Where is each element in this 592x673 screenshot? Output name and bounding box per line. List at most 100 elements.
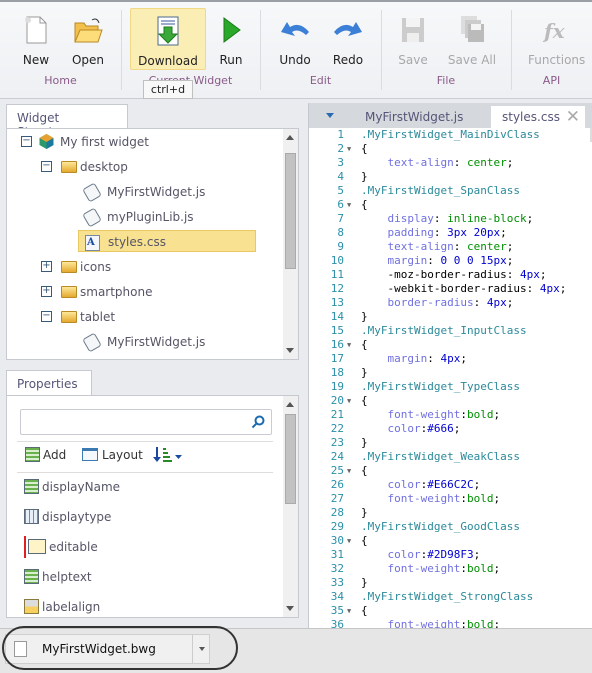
code-line[interactable]: 33} <box>309 576 592 590</box>
code-line[interactable]: 23} <box>309 436 592 450</box>
code-line[interactable]: 34 .MyFirstWidget_StrongClass <box>309 590 592 604</box>
fold-arrow-icon[interactable]: ▼ <box>344 142 361 156</box>
open-button[interactable]: Open <box>66 8 110 70</box>
line-number: 3 <box>337 156 344 169</box>
code-line[interactable]: 19 .MyFirstWidget_TypeClass <box>309 380 592 394</box>
property-item[interactable]: labelalign <box>24 596 100 618</box>
code-line[interactable]: 11 -moz-border-radius: 4px; <box>309 268 592 282</box>
code-line[interactable]: 3 text-align: center; <box>309 156 592 170</box>
fold-arrow-icon[interactable]: ▼ <box>344 464 361 478</box>
search-icon[interactable] <box>251 415 265 429</box>
code-line[interactable]: 17 margin: 4px; <box>309 352 592 366</box>
code-line[interactable]: 4} <box>309 170 592 184</box>
code-line[interactable]: 20 ▼{ <box>309 394 592 408</box>
scroll-down-icon[interactable] <box>286 606 294 611</box>
code-line[interactable]: 18} <box>309 366 592 380</box>
code-token: : <box>433 212 448 225</box>
property-item[interactable]: displayName <box>24 476 120 498</box>
property-item[interactable]: displaytype <box>24 506 111 528</box>
run-button[interactable]: Run <box>212 8 250 70</box>
line-number: 13 <box>330 296 344 309</box>
code-token: bold <box>466 492 494 505</box>
new-button[interactable]: New <box>14 8 58 70</box>
code-lines[interactable]: 1 .MyFirstWidget_MainDivClass 2 ▼{3 text-al… <box>309 128 592 632</box>
scrollbar-thumb[interactable] <box>285 414 296 504</box>
code-editor[interactable]: MyFirstWidget.js styles.css ✕ 1 .MyFirstW… <box>308 103 592 631</box>
code-line[interactable]: 5 .MyFirstWidget_SpanClass <box>309 184 592 198</box>
download-button[interactable]: Download <box>130 8 206 70</box>
group-divider <box>511 10 512 90</box>
code-line[interactable]: 13 border-radius: 4px; <box>309 296 592 310</box>
tree-item-label: icons <box>80 260 112 274</box>
widget-cube-icon <box>39 134 54 149</box>
undo-button[interactable]: Undo <box>274 8 316 70</box>
code-token: } <box>361 576 368 589</box>
scrollbar-thumb[interactable] <box>285 153 296 269</box>
code-line[interactable]: 14} <box>309 310 592 324</box>
add-button[interactable]: Add <box>25 444 66 466</box>
script-file-icon <box>82 332 102 353</box>
code-line[interactable]: 2 ▼{ <box>309 142 592 156</box>
tree-item-label: smartphone <box>80 285 153 299</box>
collapse-icon[interactable]: − <box>41 161 52 172</box>
code-token: ; <box>539 268 547 281</box>
collapse-icon[interactable]: − <box>41 311 52 322</box>
line-number: 12 <box>330 282 344 295</box>
properties-search-input[interactable] <box>20 409 272 435</box>
layout-button[interactable]: Layout <box>82 444 143 466</box>
sort-dropdown-button[interactable] <box>153 446 183 464</box>
code-line[interactable]: 22 color:#666; <box>309 422 592 436</box>
code-token: display <box>387 212 434 225</box>
tab-properties[interactable]: Properties <box>6 370 92 396</box>
code-line[interactable]: 24 .MyFirstWidget_WeakClass <box>309 450 592 464</box>
property-item[interactable]: editable <box>24 536 98 558</box>
code-line[interactable]: 25 ▼{ <box>309 464 592 478</box>
code-line[interactable]: 6 ▼{ <box>309 198 592 212</box>
fold-arrow-icon[interactable]: ▼ <box>344 534 361 548</box>
expand-icon[interactable]: + <box>41 261 52 272</box>
save-all-button[interactable]: Save All <box>446 8 498 70</box>
code-line[interactable]: 30 ▼{ <box>309 534 592 548</box>
redo-button[interactable]: Redo <box>327 8 369 70</box>
editor-tab-myfirstwidget-js[interactable]: MyFirstWidget.js <box>365 106 463 128</box>
tree-scrollbar[interactable] <box>283 129 298 359</box>
tree-item-file-selected[interactable]: A styles.css <box>78 230 256 252</box>
code-line[interactable]: 35 ▼{ <box>309 604 592 618</box>
fold-arrow-icon[interactable]: ▼ <box>344 604 361 618</box>
code-line[interactable]: 12 -webkit-border-radius: 4px; <box>309 282 592 296</box>
code-line[interactable]: 9 text-align: center; <box>309 240 592 254</box>
scroll-up-icon[interactable] <box>286 135 294 140</box>
save-button[interactable]: Save <box>394 8 432 70</box>
properties-scrollbar[interactable] <box>283 396 298 617</box>
close-tab-icon[interactable]: ✕ <box>566 106 580 128</box>
code-line[interactable]: 29 .MyFirstWidget_GoodClass <box>309 520 592 534</box>
code-line[interactable]: 32 font-weight:bold; <box>309 562 592 576</box>
code-line[interactable]: 1 .MyFirstWidget_MainDivClass <box>309 128 592 142</box>
property-label: helptext <box>42 570 92 584</box>
fold-arrow-icon[interactable]: ▼ <box>344 198 361 212</box>
code-token: .MyFirstWidget_StrongClass <box>361 590 534 603</box>
scroll-down-icon[interactable] <box>286 348 294 353</box>
code-line[interactable]: 26 color:#E66C2C; <box>309 478 592 492</box>
functions-button[interactable]: fx Functions <box>528 8 585 70</box>
code-line[interactable]: 28} <box>309 506 592 520</box>
code-line[interactable]: 31 color:#2D98F3; <box>309 548 592 562</box>
code-line[interactable]: 16 ▼{ <box>309 338 592 352</box>
code-line[interactable]: 27 font-weight:bold; <box>309 492 592 506</box>
code-line[interactable]: 8 padding: 3px 20px; <box>309 226 592 240</box>
collapse-icon[interactable]: − <box>21 136 32 147</box>
fold-arrow-icon[interactable]: ▼ <box>344 394 361 408</box>
tab-list-dropdown-icon[interactable] <box>326 113 334 118</box>
code-line[interactable]: 21 font-weight:bold; <box>309 408 592 422</box>
download-icon <box>157 16 179 46</box>
run-label: Run <box>219 53 243 67</box>
tab-widget-structure[interactable]: Widget Structure <box>6 104 128 139</box>
editor-tab-styles-css[interactable]: styles.css ✕ <box>491 106 585 128</box>
code-line[interactable]: 15 .MyFirstWidget_InputClass <box>309 324 592 338</box>
expand-icon[interactable]: + <box>41 286 52 297</box>
scroll-up-icon[interactable] <box>286 402 294 407</box>
property-item[interactable]: helptext <box>24 566 92 588</box>
code-line[interactable]: 10 margin: 0 0 0 15px; <box>309 254 592 268</box>
code-line[interactable]: 7 display: inline-block; <box>309 212 592 226</box>
fold-arrow-icon[interactable]: ▼ <box>344 338 361 352</box>
